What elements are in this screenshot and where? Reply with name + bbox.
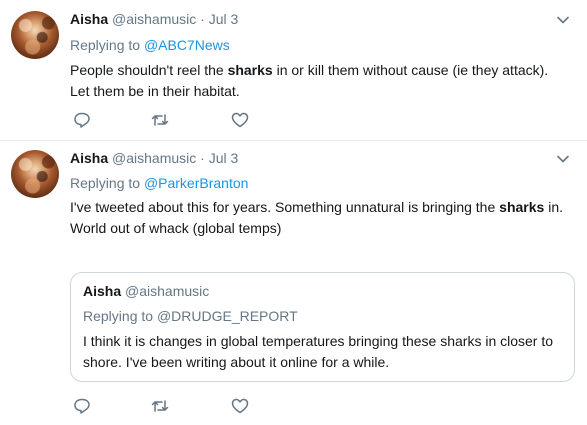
- separator: ·: [200, 150, 205, 166]
- tweet-text-part: People shouldn't reel the: [70, 62, 228, 78]
- quoted-tweet-header: Aisha @aishamusic: [83, 283, 209, 299]
- quoted-author-handle: @aishamusic: [125, 283, 210, 299]
- heart-icon[interactable]: [230, 396, 250, 416]
- highlight-term: sharks: [227, 62, 273, 78]
- separator: ·: [200, 11, 205, 27]
- quoted-replying-to-label: Replying to: [83, 308, 154, 324]
- heart-icon[interactable]: [230, 110, 250, 130]
- quoted-tweet[interactable]: Aisha @aishamusic Replying to @DRUDGE_RE…: [70, 272, 575, 382]
- reply-icon[interactable]: [72, 110, 92, 130]
- replying-to-label: Replying to: [70, 37, 141, 53]
- avatar[interactable]: [11, 150, 59, 198]
- replying-to-label: Replying to: [70, 175, 141, 191]
- timestamp[interactable]: Jul 3: [209, 11, 239, 27]
- avatar[interactable]: [11, 11, 59, 59]
- chevron-down-icon[interactable]: [556, 152, 570, 166]
- quoted-author-name: Aisha: [83, 283, 122, 299]
- tweet-1[interactable]: Aisha @aishamusic · Jul 3 Replying to @A…: [0, 0, 587, 140]
- tweet-header: Aisha @aishamusic · Jul 3: [70, 150, 238, 166]
- replying-to: Replying to @ABC7News: [70, 37, 230, 53]
- reply-icon[interactable]: [72, 396, 92, 416]
- timestamp[interactable]: Jul 3: [209, 150, 239, 166]
- highlight-term: sharks: [499, 199, 545, 215]
- quoted-replying-to: Replying to @DRUDGE_REPORT: [83, 308, 298, 324]
- tweet-2[interactable]: Aisha @aishamusic · Jul 3 Replying to @P…: [0, 141, 587, 425]
- chevron-down-icon[interactable]: [556, 13, 570, 27]
- quoted-mention: @DRUDGE_REPORT: [156, 308, 298, 324]
- tweet-text-part: I've tweeted about this for years. Somet…: [70, 199, 500, 215]
- quoted-tweet-text: I think it is changes in global temperat…: [83, 333, 554, 370]
- author-name[interactable]: Aisha: [70, 11, 108, 27]
- tweet-text: I've tweeted about this for years. Somet…: [70, 197, 570, 239]
- author-name[interactable]: Aisha: [70, 150, 108, 166]
- author-handle[interactable]: @aishamusic: [112, 150, 196, 166]
- mention-link[interactable]: @ABC7News: [144, 37, 230, 53]
- mention-link[interactable]: @ParkerBranton: [144, 175, 248, 191]
- replying-to: Replying to @ParkerBranton: [70, 175, 248, 191]
- tweet-text: People shouldn't reel the sharks in or k…: [70, 60, 570, 102]
- retweet-icon[interactable]: [150, 110, 170, 130]
- author-handle[interactable]: @aishamusic: [112, 11, 196, 27]
- tweet-header: Aisha @aishamusic · Jul 3: [70, 11, 238, 27]
- retweet-icon[interactable]: [150, 396, 170, 416]
